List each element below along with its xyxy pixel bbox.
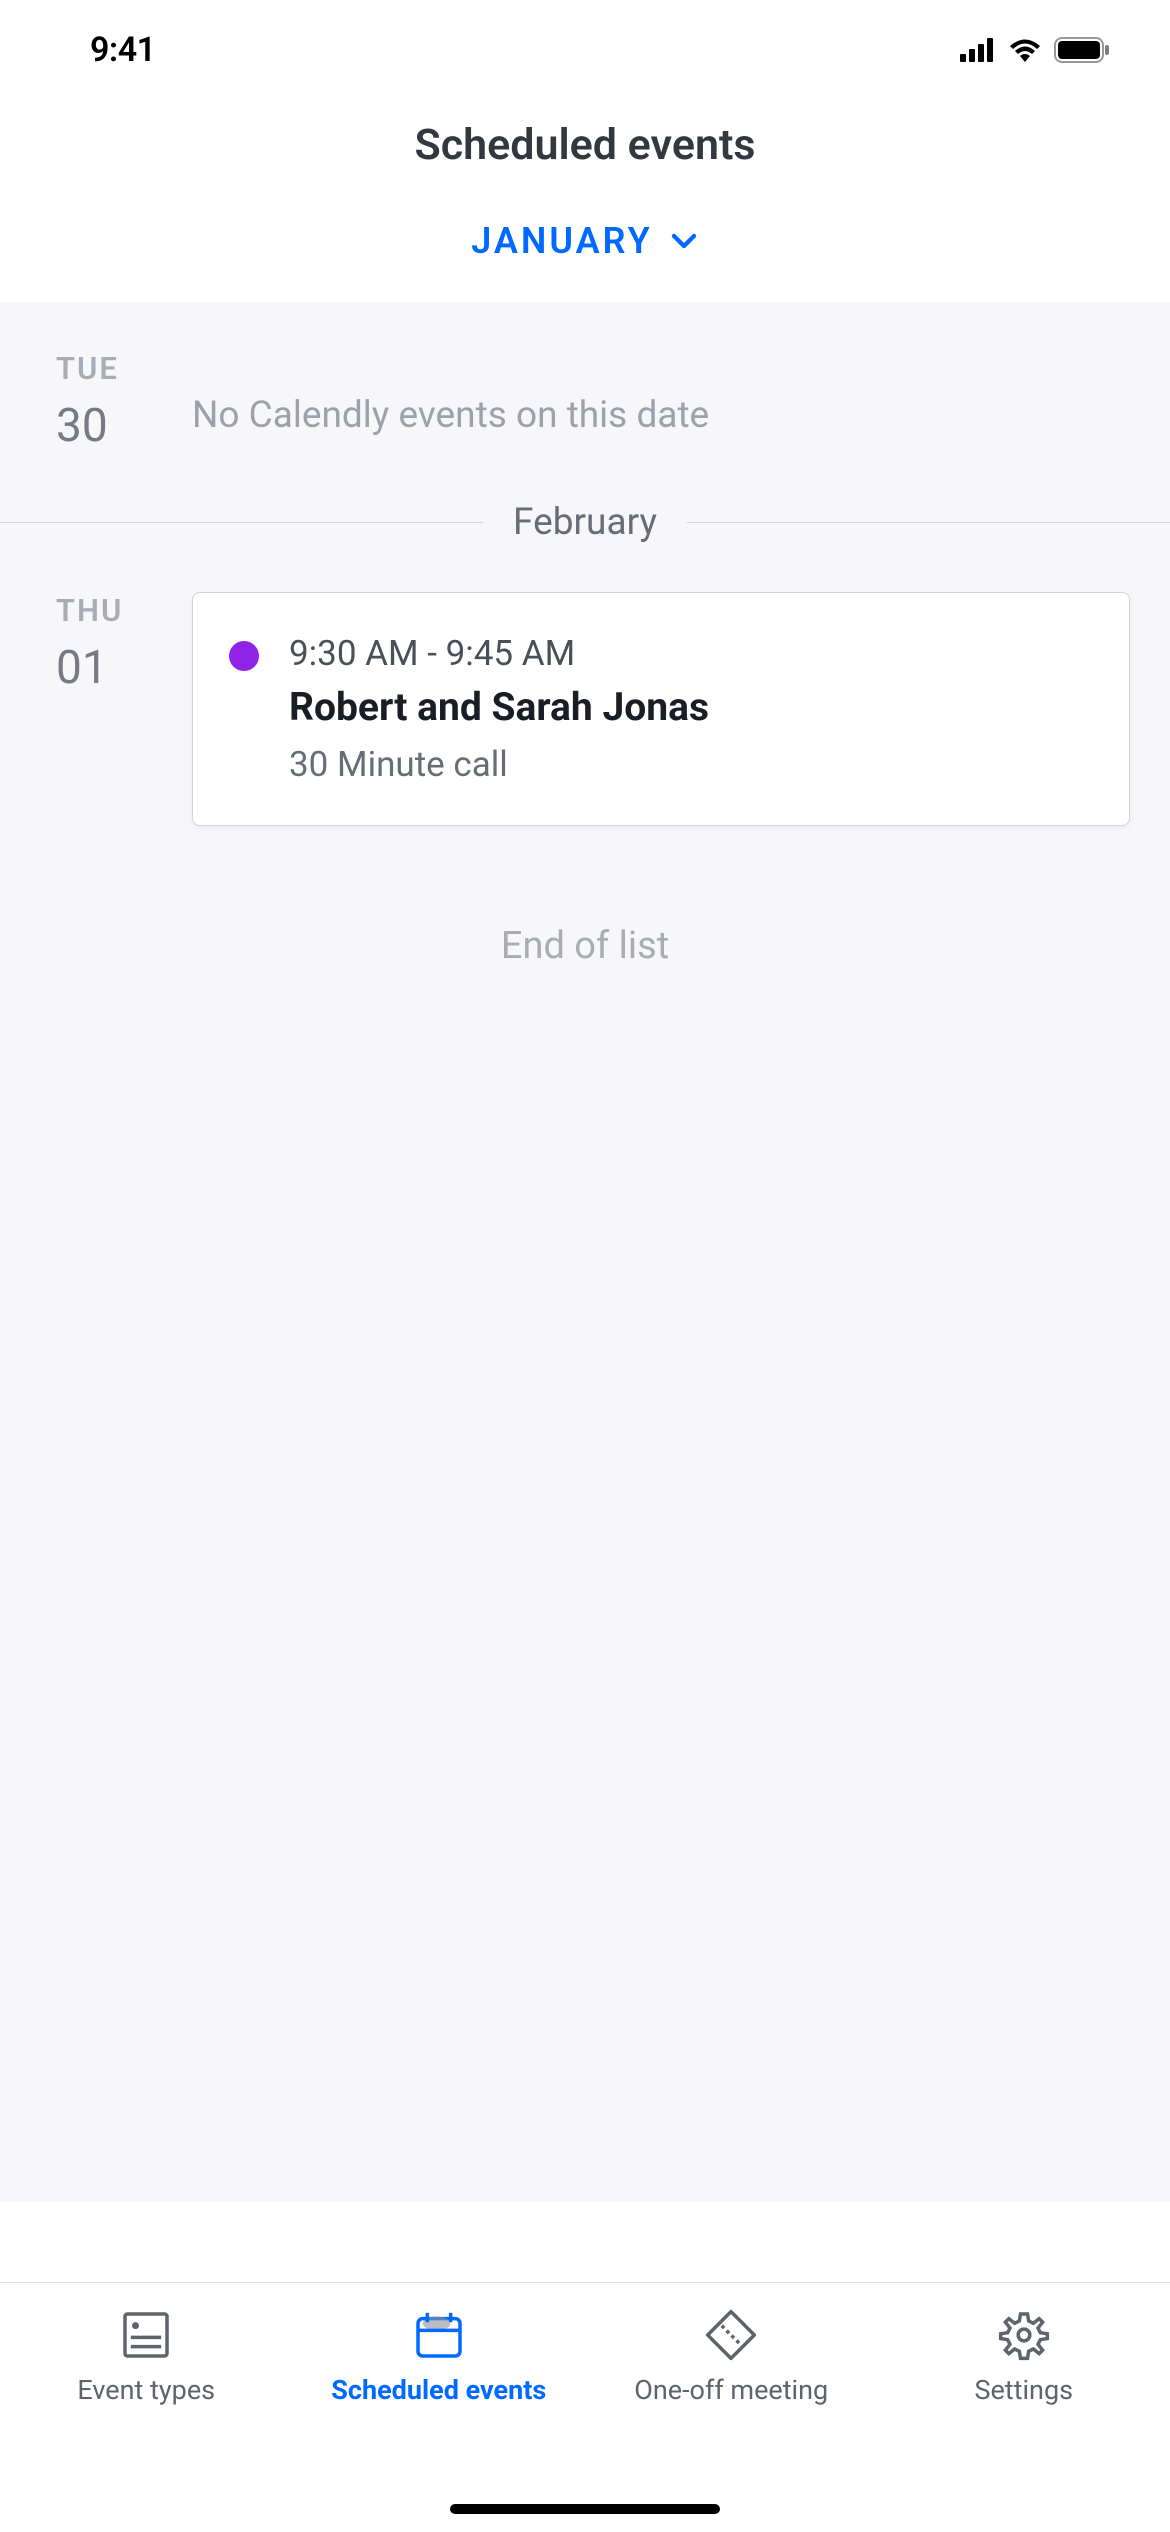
status-icons (960, 37, 1110, 63)
tab-settings[interactable]: Settings (878, 2307, 1170, 2532)
month-divider: February (0, 501, 1170, 544)
date-column: TUE 30 (56, 350, 156, 453)
event-title: Robert and Sarah Jonas (289, 684, 709, 730)
event-types-icon (118, 2307, 174, 2363)
battery-icon (1054, 37, 1110, 63)
day-name: TUE (56, 350, 156, 387)
event-time: 9:30 AM - 9:45 AM (289, 633, 709, 674)
tab-label: Event types (77, 2373, 215, 2408)
header: Scheduled events JANUARY (0, 100, 1170, 302)
day-name: THU (56, 592, 156, 629)
cellular-icon (960, 38, 996, 62)
day-number: 30 (56, 399, 156, 453)
tab-label: Scheduled events (331, 2373, 546, 2408)
tab-label: Settings (974, 2373, 1073, 2408)
gear-icon (996, 2307, 1052, 2363)
day-row-event: THU 01 9:30 AM - 9:45 AM Robert and Sara… (0, 544, 1170, 874)
tab-bar: Event types Scheduled events One-off mee… (0, 2282, 1170, 2532)
status-bar: 9:41 (0, 0, 1170, 100)
month-divider-label: February (513, 501, 657, 544)
month-selector[interactable]: JANUARY (471, 220, 699, 262)
chevron-down-icon (669, 226, 699, 256)
month-label: JANUARY (471, 220, 653, 262)
event-type: 30 Minute call (289, 744, 709, 785)
end-of-list: End of list (0, 874, 1170, 1018)
ticket-icon (703, 2307, 759, 2363)
tab-label: One-off meeting (634, 2373, 828, 2408)
day-number: 01 (56, 641, 156, 695)
status-time: 9:41 (90, 30, 156, 70)
date-column: THU 01 (56, 592, 156, 826)
event-color-dot (229, 641, 259, 671)
tab-scheduled-events[interactable]: Scheduled events (293, 2307, 586, 2532)
page-title: Scheduled events (0, 120, 1170, 170)
no-events-message: No Calendly events on this date (192, 350, 1130, 437)
tab-event-types[interactable]: Event types (0, 2307, 293, 2532)
day-row-empty: TUE 30 No Calendly events on this date (0, 302, 1170, 501)
event-card[interactable]: 9:30 AM - 9:45 AM Robert and Sarah Jonas… (192, 592, 1130, 826)
calendar-icon (411, 2307, 467, 2363)
wifi-icon (1008, 38, 1042, 62)
tab-one-off-meeting[interactable]: One-off meeting (585, 2307, 878, 2532)
event-list[interactable]: TUE 30 No Calendly events on this date F… (0, 302, 1170, 2202)
home-indicator[interactable] (450, 2504, 720, 2514)
